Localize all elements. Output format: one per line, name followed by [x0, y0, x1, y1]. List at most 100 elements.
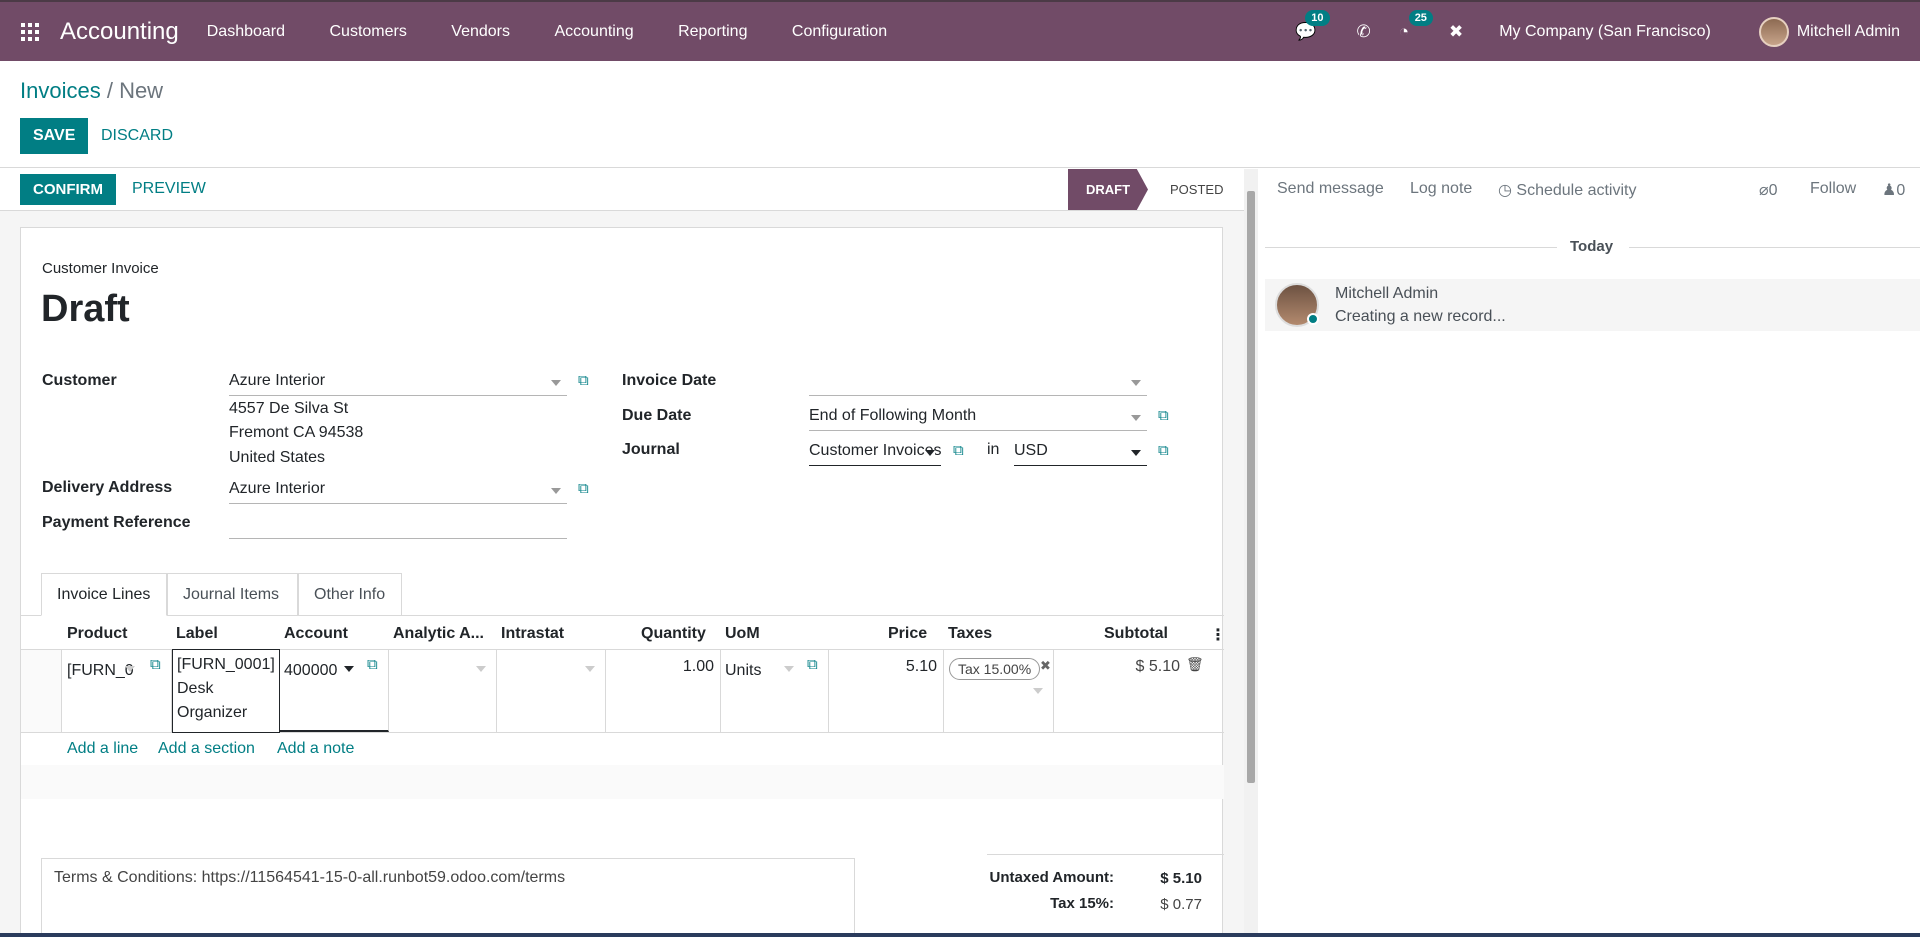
- uom-external-link-icon[interactable]: ⧉: [807, 656, 818, 673]
- add-section-link[interactable]: Add a section: [158, 740, 255, 758]
- apps-menu-icon[interactable]: [0, 22, 60, 42]
- uom-cell[interactable]: Units ⧉: [721, 650, 829, 732]
- product-external-link-icon[interactable]: ⧉: [150, 656, 161, 673]
- invoice-date-field[interactable]: [809, 370, 1147, 396]
- uom-dropdown-icon: [784, 666, 794, 672]
- menu-reporting[interactable]: Reporting: [678, 23, 747, 40]
- menu-accounting[interactable]: Accounting: [554, 23, 633, 40]
- online-status-icon: [1307, 313, 1319, 325]
- scrollbar-thumb[interactable]: [1247, 191, 1255, 783]
- intrastat-cell[interactable]: [497, 650, 606, 732]
- add-line-link[interactable]: Add a line: [67, 740, 138, 758]
- confirm-button[interactable]: CONFIRM: [20, 174, 116, 205]
- stage-draft[interactable]: DRAFT: [1068, 169, 1148, 210]
- quantity-value: 1.00: [682, 658, 714, 675]
- menu-configuration[interactable]: Configuration: [792, 23, 887, 40]
- tab-other-info[interactable]: Other Info: [298, 573, 402, 616]
- delivery-address-label: Delivery Address: [42, 479, 173, 496]
- save-button[interactable]: SAVE: [20, 118, 89, 154]
- activity-icon[interactable]: ◔ 25: [1399, 9, 1433, 42]
- user-avatar: [1758, 16, 1789, 47]
- message-author[interactable]: Mitchell Admin: [1335, 285, 1438, 303]
- price-cell[interactable]: 5.10: [829, 650, 944, 732]
- journal-field[interactable]: Customer Invoices: [809, 440, 941, 466]
- uom-value: Units: [725, 662, 762, 679]
- col-price[interactable]: Price: [888, 625, 927, 643]
- col-quantity[interactable]: Quantity: [641, 625, 706, 643]
- menu-dashboard[interactable]: Dashboard: [207, 23, 285, 40]
- app-title[interactable]: Accounting: [60, 18, 179, 46]
- table-row[interactable]: [FURN_0 ⧉ [FURN_0001] Desk Organizer 400000…: [21, 649, 1224, 733]
- tab-invoice-lines[interactable]: Invoice Lines: [41, 573, 167, 616]
- schedule-activity-label: Schedule activity: [1516, 182, 1637, 199]
- delivery-address-value: Azure Interior: [229, 480, 326, 497]
- discard-button[interactable]: DISCARD: [101, 127, 173, 145]
- delivery-address-field[interactable]: Azure Interior: [229, 478, 567, 504]
- bottom-edge: [0, 933, 1920, 937]
- user-menu[interactable]: Mitchell Admin: [1758, 16, 1900, 47]
- add-note-link[interactable]: Add a note: [277, 740, 354, 758]
- col-account[interactable]: Account: [284, 625, 348, 643]
- company-switcher[interactable]: My Company (San Francisco): [1499, 23, 1711, 41]
- journal-value: Customer Invoices: [809, 442, 941, 459]
- currency-dropdown-icon: [1131, 450, 1141, 456]
- col-taxes[interactable]: Taxes: [948, 625, 992, 643]
- follow-button[interactable]: Follow: [1810, 180, 1856, 198]
- col-uom[interactable]: UoM: [725, 625, 760, 643]
- form-scrollbar[interactable]: [1244, 169, 1258, 937]
- label-cell[interactable]: [FURN_0001] Desk Organizer: [172, 649, 280, 733]
- clock-icon: ◷: [1498, 182, 1517, 199]
- account-external-link-icon[interactable]: ⧉: [367, 656, 378, 673]
- currency-value: USD: [1014, 442, 1048, 459]
- col-product[interactable]: Product: [67, 625, 127, 643]
- col-subtotal[interactable]: Subtotal: [1104, 625, 1168, 643]
- log-note-button[interactable]: Log note: [1410, 180, 1472, 198]
- customer-dropdown-icon: [551, 380, 561, 386]
- delivery-dropdown-icon: [551, 488, 561, 494]
- chatter-panel: Send message Log note ◷ Schedule activit…: [1265, 169, 1920, 937]
- col-analytic[interactable]: Analytic A...: [393, 625, 484, 643]
- journal-label: Journal: [622, 441, 680, 458]
- analytic-cell[interactable]: [389, 650, 497, 732]
- journal-external-link-icon[interactable]: ⧉: [953, 442, 964, 459]
- due-date-external-link-icon[interactable]: ⧉: [1158, 407, 1169, 424]
- preview-button[interactable]: PREVIEW: [132, 180, 206, 198]
- currency-external-link-icon[interactable]: ⧉: [1158, 442, 1169, 459]
- customer-external-link-icon[interactable]: ⧉: [578, 372, 589, 389]
- product-value: [FURN_0: [67, 662, 134, 679]
- debug-tools-icon[interactable]: ✖: [1449, 22, 1463, 42]
- delete-line-icon[interactable]: 🗑: [1186, 656, 1204, 673]
- phone-icon[interactable]: ✆: [1356, 22, 1370, 42]
- product-cell[interactable]: [FURN_0 ⧉: [62, 650, 172, 732]
- due-date-field[interactable]: End of Following Month: [809, 405, 1147, 431]
- quantity-cell[interactable]: 1.00: [606, 650, 721, 732]
- intrastat-dropdown-icon: [585, 666, 595, 672]
- menu-customers[interactable]: Customers: [329, 23, 406, 40]
- attachments-button[interactable]: ⌀0: [1759, 180, 1778, 200]
- today-divider-right: [1629, 247, 1920, 248]
- payment-reference-input[interactable]: [229, 513, 567, 539]
- stage-posted[interactable]: POSTED: [1170, 182, 1223, 197]
- invoice-type-label: Customer Invoice: [42, 260, 159, 277]
- customer-field[interactable]: Azure Interior: [229, 370, 567, 396]
- followers-button[interactable]: ♟0: [1882, 180, 1905, 200]
- messages-icon[interactable]: 💬 10: [1295, 9, 1330, 42]
- delivery-external-link-icon[interactable]: ⧉: [578, 480, 589, 497]
- schedule-activity-button[interactable]: ◷ Schedule activity: [1498, 180, 1636, 200]
- col-label[interactable]: Label: [176, 625, 218, 643]
- breadcrumb-invoices[interactable]: Invoices: [20, 78, 101, 103]
- tab-journal-items[interactable]: Journal Items: [167, 573, 298, 616]
- breadcrumb-current: New: [119, 78, 164, 103]
- label-line-1: [FURN_0001]: [177, 656, 275, 673]
- terms-input[interactable]: Terms & Conditions: https://11564541-15-…: [41, 858, 855, 937]
- statusbar: CONFIRM PREVIEW DRAFT POSTED: [0, 169, 1248, 211]
- column-options-icon[interactable]: ⋮: [1210, 625, 1226, 645]
- currency-field[interactable]: USD: [1014, 440, 1147, 466]
- menu-vendors[interactable]: Vendors: [451, 23, 510, 40]
- tax-remove-icon[interactable]: ✖: [1040, 658, 1051, 674]
- col-intrastat[interactable]: Intrastat: [501, 625, 564, 643]
- product-dropdown-icon: [125, 666, 135, 672]
- send-message-button[interactable]: Send message: [1277, 180, 1384, 198]
- account-cell[interactable]: 400000 ⧉: [280, 650, 389, 732]
- tax-tag[interactable]: Tax 15.00%: [949, 658, 1041, 680]
